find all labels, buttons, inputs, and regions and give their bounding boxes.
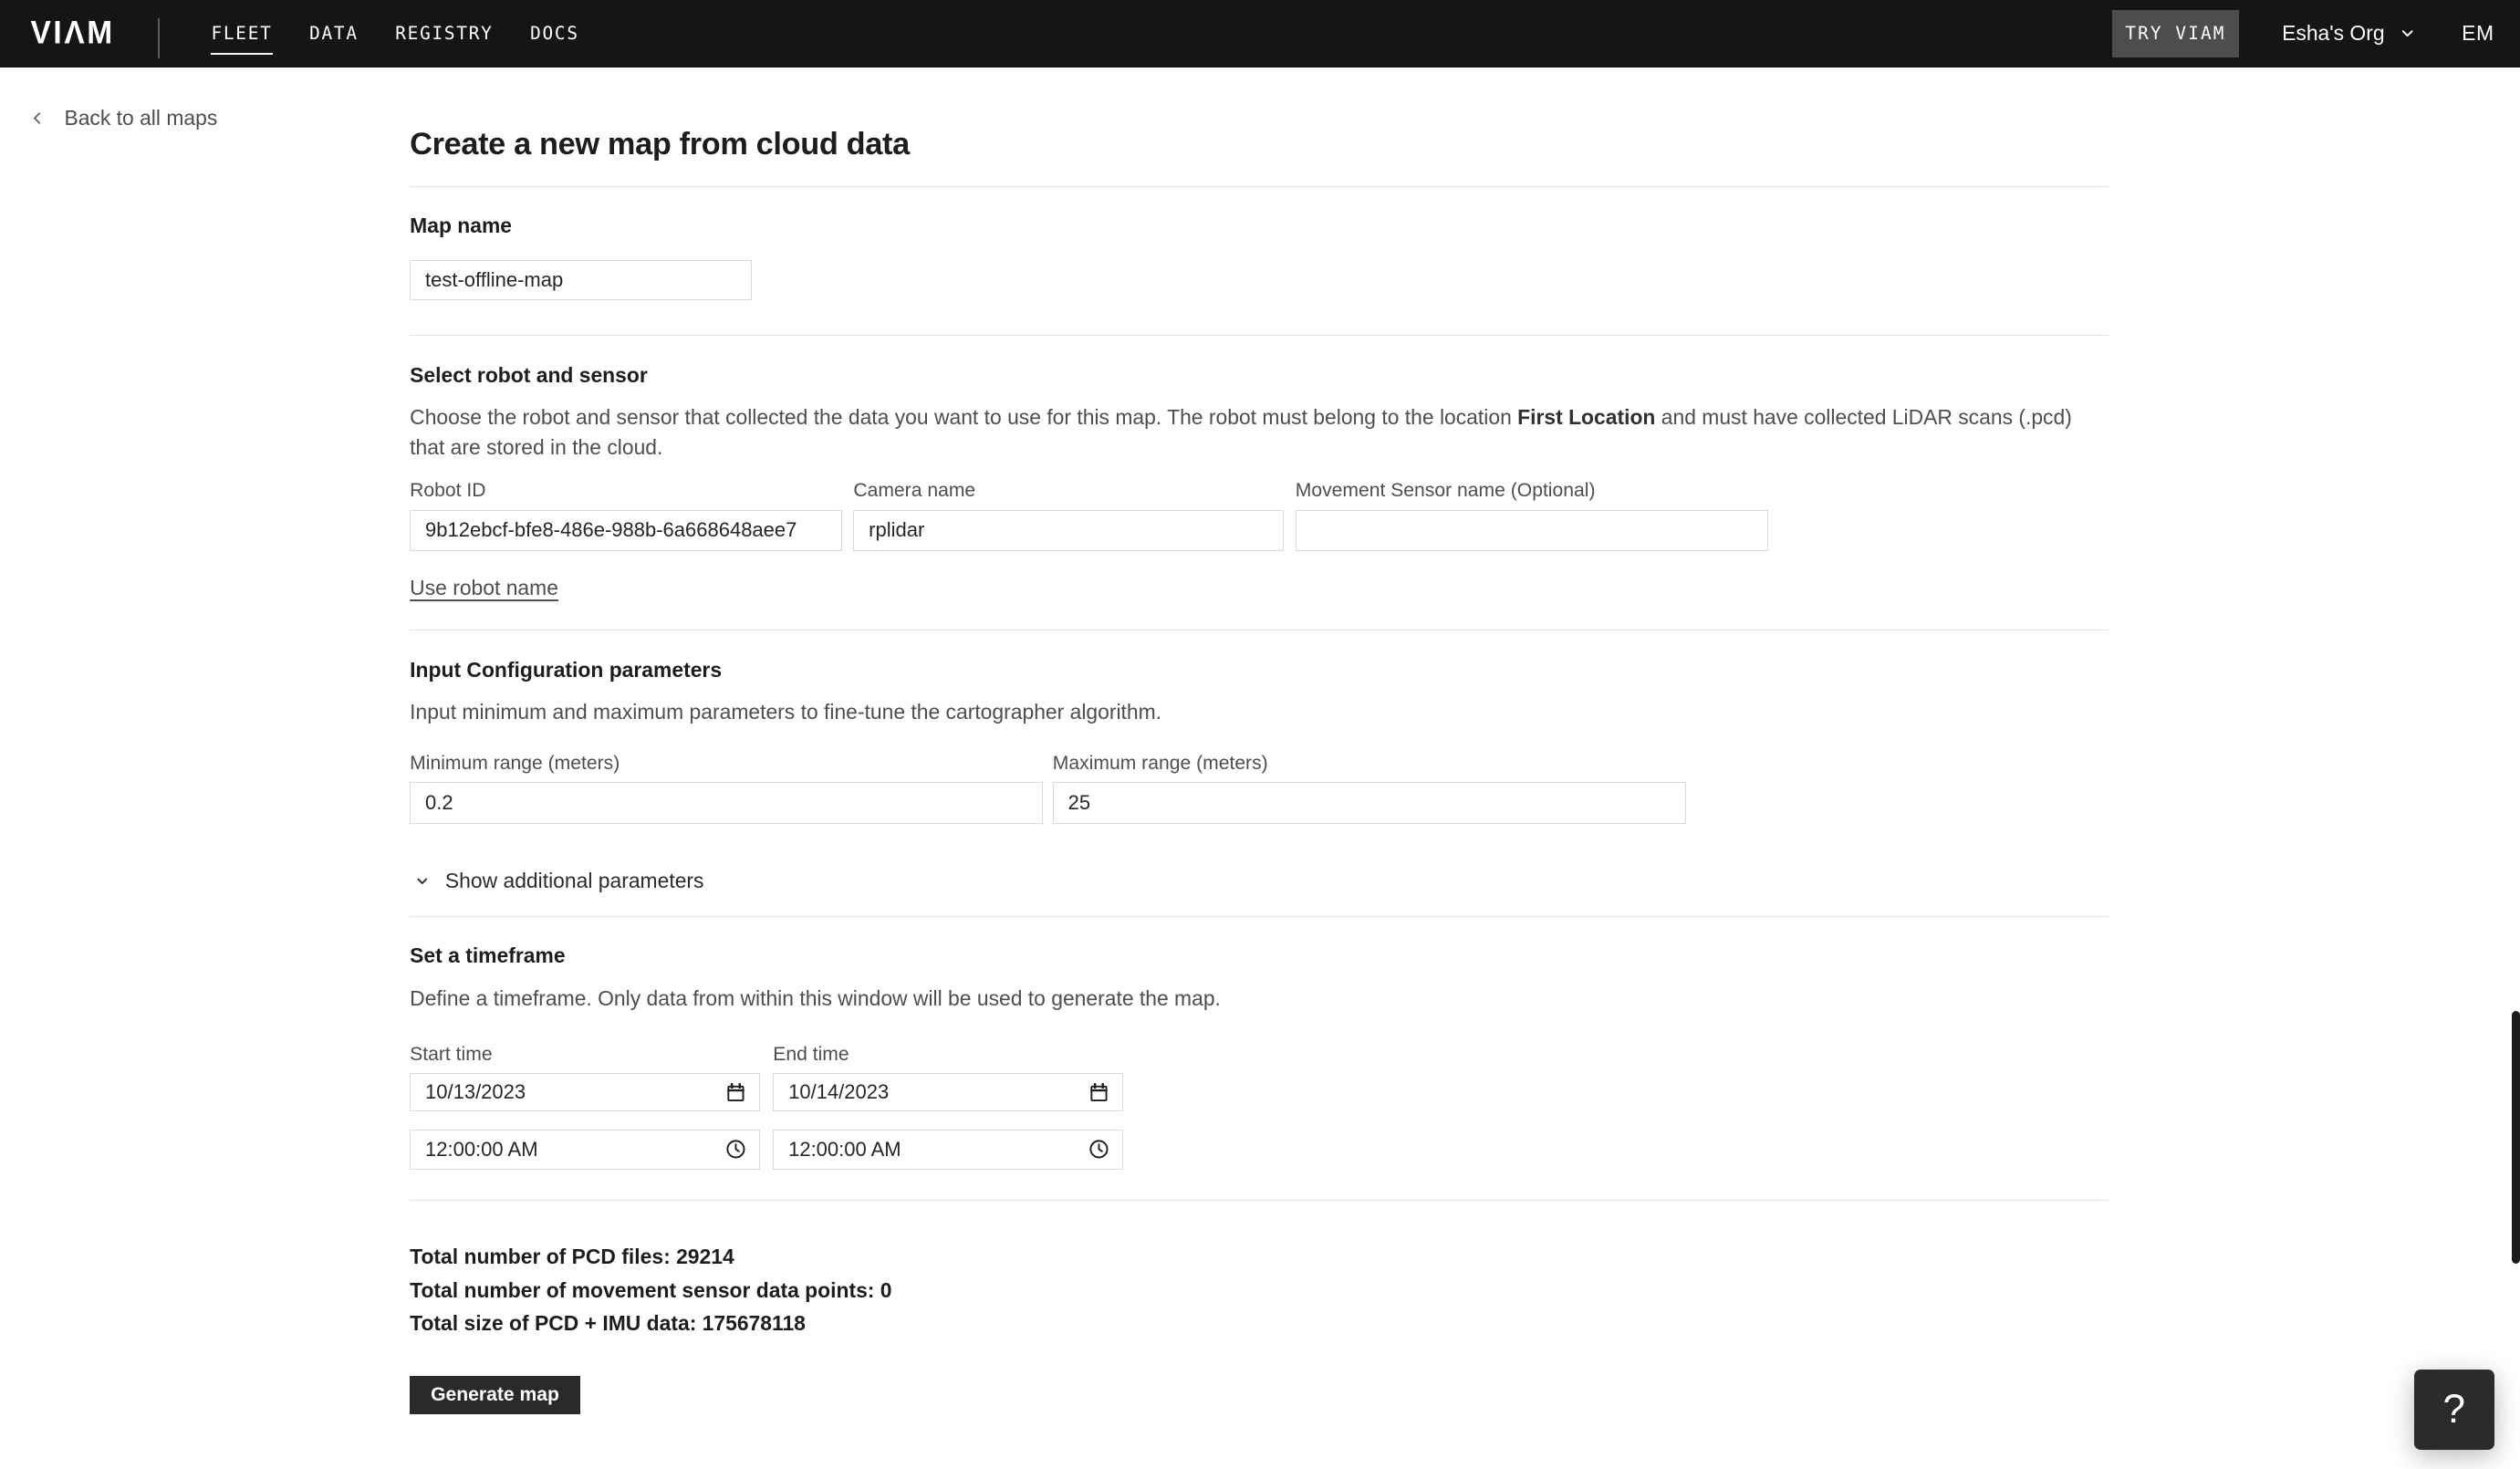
end-time-column: End time 10/14/2023 12:00:00 AM <box>773 1043 1124 1170</box>
end-time-label: End time <box>773 1043 849 1065</box>
movement-points-total: Total number of movement sensor data poi… <box>410 1274 2109 1308</box>
pcd-files-label: Total number of PCD files: <box>410 1244 671 1268</box>
camera-name-label: Camera name <box>853 480 976 502</box>
nav-right: TRY VIAM Esha's Org EM <box>2112 10 2494 57</box>
nav-menu: FLEET DATA REGISTRY DOCS <box>211 13 579 56</box>
range-fields-row: Minimum range (meters) Maximum range (me… <box>410 752 2109 824</box>
start-date-input[interactable]: 10/13/2023 <box>410 1073 761 1112</box>
data-summary: Total number of PCD files: 29214 Total n… <box>410 1240 2109 1341</box>
back-link-label: Back to all maps <box>64 106 218 130</box>
start-date-value: 10/13/2023 <box>425 1080 526 1104</box>
clock-icon[interactable] <box>725 1139 746 1160</box>
org-switcher[interactable]: Esha's Org <box>2282 21 2417 46</box>
min-range-field: Minimum range (meters) <box>410 752 1044 824</box>
show-additional-label: Show additional parameters <box>444 869 704 893</box>
location-name: First Location <box>1517 404 1656 429</box>
help-button[interactable]: ? <box>2413 1369 2494 1450</box>
timeframe-description: Define a timeframe. Only data from withi… <box>410 985 1221 1010</box>
max-range-field: Maximum range (meters) <box>1052 752 1686 824</box>
camera-name-input[interactable] <box>853 509 1285 552</box>
calendar-icon[interactable] <box>1088 1082 1109 1103</box>
data-size-label: Total size of PCD + IMU data: <box>410 1311 697 1336</box>
movement-points-value: 0 <box>880 1277 892 1302</box>
robot-id-field: Robot ID <box>410 479 842 552</box>
data-size-value: 175678118 <box>702 1311 806 1336</box>
map-name-heading: Map name <box>410 214 513 238</box>
section-divider <box>410 186 2109 187</box>
user-avatar-initials[interactable]: EM <box>2462 21 2494 46</box>
try-viam-button[interactable]: TRY VIAM <box>2112 10 2239 57</box>
timeframe-heading: Set a timeframe <box>410 943 566 968</box>
end-time-input[interactable]: 12:00:00 AM <box>773 1129 1124 1170</box>
nav-item-docs[interactable]: DOCS <box>530 13 579 55</box>
use-robot-name-link[interactable]: Use robot name <box>410 576 558 600</box>
movement-sensor-label: Movement Sensor name (Optional) <box>1295 480 1596 502</box>
robot-sensor-description: Choose the robot and sensor that collect… <box>410 402 2081 464</box>
min-range-label: Minimum range (meters) <box>410 752 620 774</box>
config-params-heading: Input Configuration parameters <box>410 657 723 682</box>
movement-sensor-input[interactable] <box>1295 509 1768 552</box>
start-time-column: Start time 10/13/2023 12:00:00 AM <box>410 1043 761 1170</box>
pcd-files-total: Total number of PCD files: 29214 <box>410 1240 2109 1274</box>
max-range-input[interactable] <box>1052 782 1686 824</box>
left-gutter: Back to all maps <box>0 68 410 1415</box>
nav-item-registry[interactable]: REGISTRY <box>395 13 493 55</box>
movement-sensor-field: Movement Sensor name (Optional) <box>1295 479 1768 552</box>
clock-icon[interactable] <box>1088 1139 1109 1160</box>
top-nav: VIΛM FLEET DATA REGISTRY DOCS TRY VIAM E… <box>0 0 2520 68</box>
robot-id-input[interactable] <box>410 509 842 552</box>
end-time-value: 12:00:00 AM <box>788 1137 901 1161</box>
map-name-input[interactable] <box>410 259 753 300</box>
robot-desc-before: Choose the robot and sensor that collect… <box>410 404 1518 429</box>
calendar-icon[interactable] <box>725 1082 746 1103</box>
nav-item-fleet[interactable]: FLEET <box>211 13 273 56</box>
viam-logo[interactable]: VIΛM <box>30 17 114 49</box>
start-time-label: Start time <box>410 1043 493 1065</box>
movement-points-label: Total number of movement sensor data poi… <box>410 1277 875 1302</box>
config-params-description: Input minimum and maximum parameters to … <box>410 699 1162 724</box>
chevron-left-icon <box>27 109 47 128</box>
pcd-files-value: 29214 <box>676 1244 734 1268</box>
create-map-form: Create a new map from cloud data Map nam… <box>410 68 2109 1415</box>
chevron-down-icon <box>2399 25 2416 42</box>
robot-sensor-heading: Select robot and sensor <box>410 362 648 387</box>
start-time-value: 12:00:00 AM <box>425 1137 538 1161</box>
timeframe-grid: Start time 10/13/2023 12:00:00 AM End ti… <box>410 1043 2109 1170</box>
section-divider <box>410 335 2109 336</box>
section-divider <box>410 916 2109 917</box>
nav-item-data[interactable]: DATA <box>309 13 359 55</box>
max-range-label: Maximum range (meters) <box>1052 752 1268 774</box>
back-to-all-maps-link[interactable]: Back to all maps <box>27 106 217 130</box>
page-content: Back to all maps Create a new map from c… <box>0 68 2520 1415</box>
end-date-input[interactable]: 10/14/2023 <box>773 1073 1124 1112</box>
min-range-input[interactable] <box>410 782 1044 824</box>
scrollbar-thumb[interactable] <box>2512 1010 2520 1264</box>
org-name: Esha's Org <box>2282 21 2385 46</box>
start-time-input[interactable]: 12:00:00 AM <box>410 1129 761 1170</box>
show-additional-parameters-toggle[interactable]: Show additional parameters <box>410 869 703 893</box>
generate-map-button[interactable]: Generate map <box>410 1376 580 1415</box>
nav-separator <box>158 18 161 59</box>
robot-id-label: Robot ID <box>410 480 486 502</box>
chevron-down-icon <box>414 873 431 890</box>
camera-name-field: Camera name <box>853 479 1285 552</box>
section-divider <box>410 1200 2109 1201</box>
robot-fields-row: Robot ID Camera name Movement Sensor nam… <box>410 479 2109 552</box>
end-date-value: 10/14/2023 <box>788 1080 890 1104</box>
page-title: Create a new map from cloud data <box>410 126 910 161</box>
data-size-total: Total size of PCD + IMU data: 175678118 <box>410 1307 2109 1340</box>
